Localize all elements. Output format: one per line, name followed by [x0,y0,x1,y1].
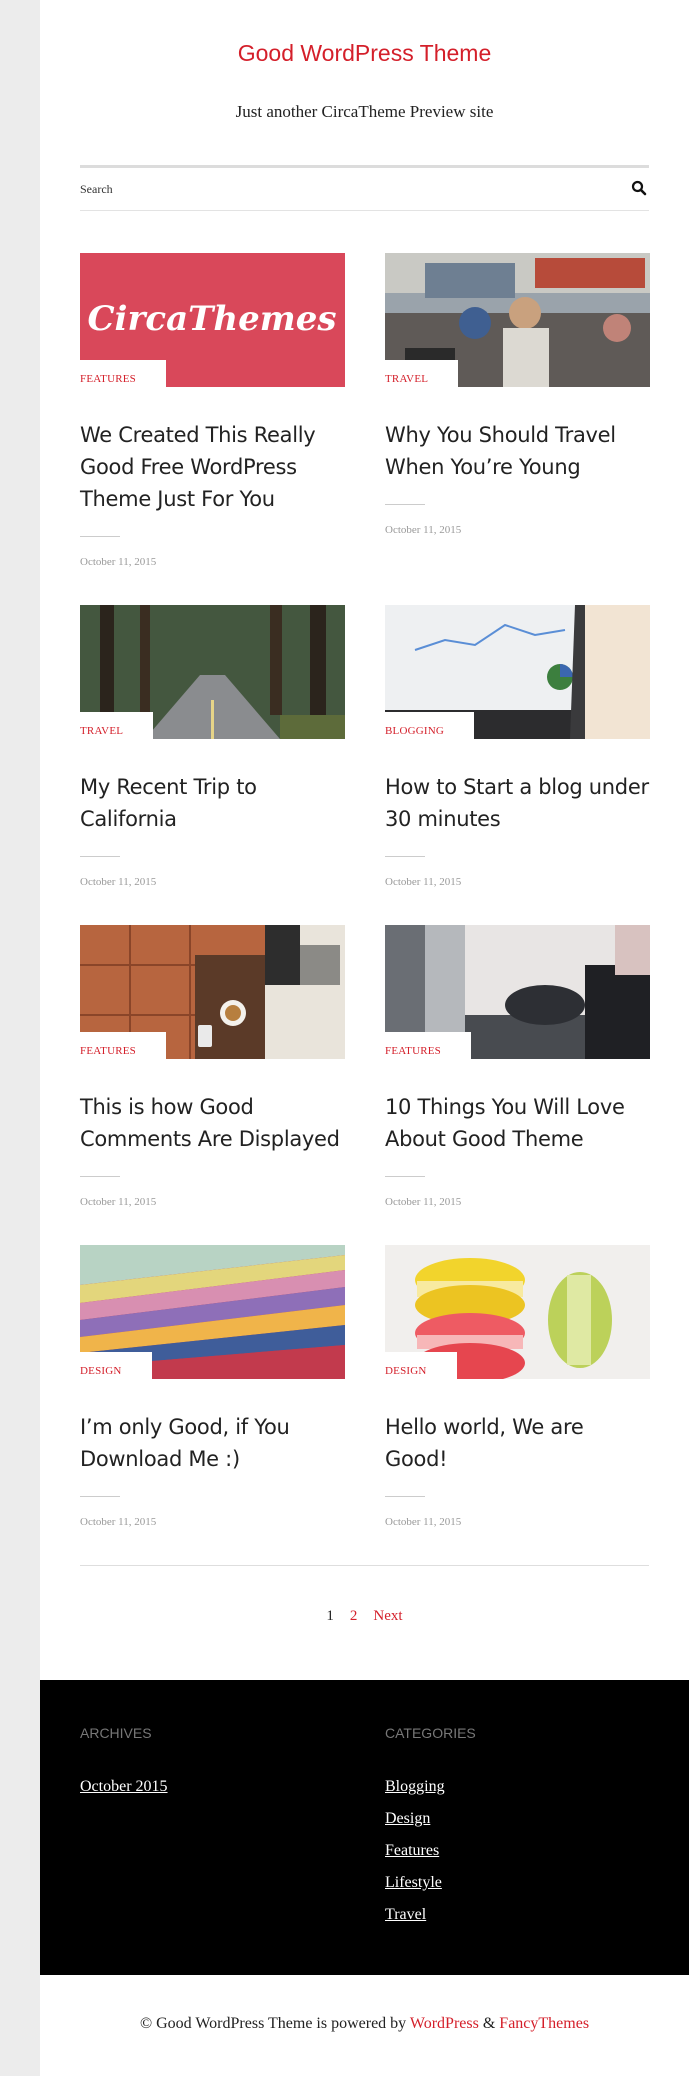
site-title[interactable]: Good WordPress Theme [40,40,689,67]
archive-link[interactable]: October 2015 [80,1771,168,1803]
category-label[interactable]: DESIGN [385,1365,427,1379]
search-bar [80,165,649,211]
post-thumbnail[interactable]: BLOGGING [385,605,650,739]
page-link-2[interactable]: 2 [350,1608,358,1624]
divider [385,504,425,505]
search-input[interactable] [80,168,600,210]
post-date: October 11, 2015 [80,1516,157,1528]
post-thumbnail[interactable]: FEATURES [385,925,650,1059]
category-label[interactable]: FEATURES [80,373,136,387]
post-card: CircaThemes FEATURES We Created This Rea… [80,253,345,568]
category-label[interactable]: FEATURES [80,1045,136,1059]
post-thumbnail[interactable]: TRAVEL [385,253,650,387]
post-card: FEATURES 10 Things You Will Love About G… [385,925,650,1208]
post-thumbnail[interactable]: FEATURES [80,925,345,1059]
post-thumbnail[interactable]: TRAVEL [80,605,345,739]
divider [385,1496,425,1497]
post-category[interactable]: DESIGN [385,1352,457,1379]
post-title[interactable]: We Created This Really Good Free WordPre… [80,419,345,515]
divider [80,1176,120,1177]
page-container: Good WordPress Theme Just another CircaT… [40,0,689,2076]
post-title[interactable]: 10 Things You Will Love About Good Theme [385,1091,650,1155]
site-description: Just another CircaTheme Preview site [235,102,494,121]
category-label[interactable]: TRAVEL [80,725,123,739]
post-category[interactable]: BLOGGING [385,712,475,739]
widget-title: CATEGORIES [385,1725,476,1741]
category-label[interactable]: FEATURES [385,1045,441,1059]
widget-title: ARCHIVES [80,1725,152,1741]
post-thumbnail[interactable]: DESIGN [385,1245,650,1379]
footer-widgets: ARCHIVES October 2015 CATEGORIES Bloggin… [40,1680,689,1975]
next-page-link[interactable]: Next [373,1608,402,1624]
pagination: 1 2 Next [40,1608,689,1625]
post-card: DESIGN Hello world, We are Good! October… [385,1245,650,1528]
post-date: October 11, 2015 [385,524,462,536]
divider [80,1496,120,1497]
post-title[interactable]: This is how Good Comments Are Displayed [80,1091,345,1155]
post-date: October 11, 2015 [385,876,462,888]
category-link-design[interactable]: Design [385,1803,476,1835]
post-date: October 11, 2015 [80,556,157,568]
post-category[interactable]: FEATURES [80,1032,166,1059]
page-current: 1 [326,1608,334,1624]
divider [80,536,120,537]
post-date: October 11, 2015 [80,1196,157,1208]
copyright: © Good WordPress Theme is powered by Wor… [40,2015,689,2033]
category-link-lifestyle[interactable]: Lifestyle [385,1867,476,1899]
category-label[interactable]: DESIGN [80,1365,122,1379]
post-date: October 11, 2015 [385,1516,462,1528]
thumb-logo-text: CircaThemes [87,299,336,339]
post-title[interactable]: How to Start a blog under 30 minutes [385,771,650,835]
post-card: FEATURES This is how Good Comments Are D… [80,925,345,1208]
ampersand: & [482,2015,496,2032]
wordpress-link[interactable]: WordPress [410,2015,479,2032]
post-title[interactable]: I’m only Good, if You Download Me :) [80,1411,345,1475]
post-title[interactable]: My Recent Trip to California [80,771,345,835]
category-link-features[interactable]: Features [385,1835,476,1867]
divider [80,856,120,857]
divider [385,856,425,857]
post-title[interactable]: Why You Should Travel When You’re Young [385,419,650,483]
post-thumbnail[interactable]: CircaThemes FEATURES [80,253,345,387]
category-link-travel[interactable]: Travel [385,1899,476,1931]
post-category[interactable]: FEATURES [80,360,166,387]
categories-widget: CATEGORIES Blogging Design Features Life… [385,1725,476,1931]
post-category[interactable]: DESIGN [80,1352,152,1379]
post-title[interactable]: Hello world, We are Good! [385,1411,650,1475]
post-card: DESIGN I’m only Good, if You Download Me… [80,1245,345,1528]
category-link-blogging[interactable]: Blogging [385,1771,476,1803]
post-card: BLOGGING How to Start a blog under 30 mi… [385,605,650,888]
divider [385,1176,425,1177]
post-card: TRAVEL Why You Should Travel When You’re… [385,253,650,536]
post-date: October 11, 2015 [385,1196,462,1208]
post-category[interactable]: TRAVEL [385,360,459,387]
category-label[interactable]: BLOGGING [385,725,444,739]
copyright-text: © Good WordPress Theme is powered by [139,2015,407,2032]
post-thumbnail[interactable]: DESIGN [80,1245,345,1379]
post-category[interactable]: TRAVEL [80,712,154,739]
post-date: October 11, 2015 [80,876,157,888]
search-icon[interactable] [631,180,647,196]
category-label[interactable]: TRAVEL [385,373,428,387]
post-card: TRAVEL My Recent Trip to California Octo… [80,605,345,888]
archives-widget: ARCHIVES October 2015 [80,1725,168,1803]
fancythemes-link[interactable]: FancyThemes [499,2015,589,2032]
post-category[interactable]: FEATURES [385,1032,471,1059]
divider [80,1565,649,1566]
